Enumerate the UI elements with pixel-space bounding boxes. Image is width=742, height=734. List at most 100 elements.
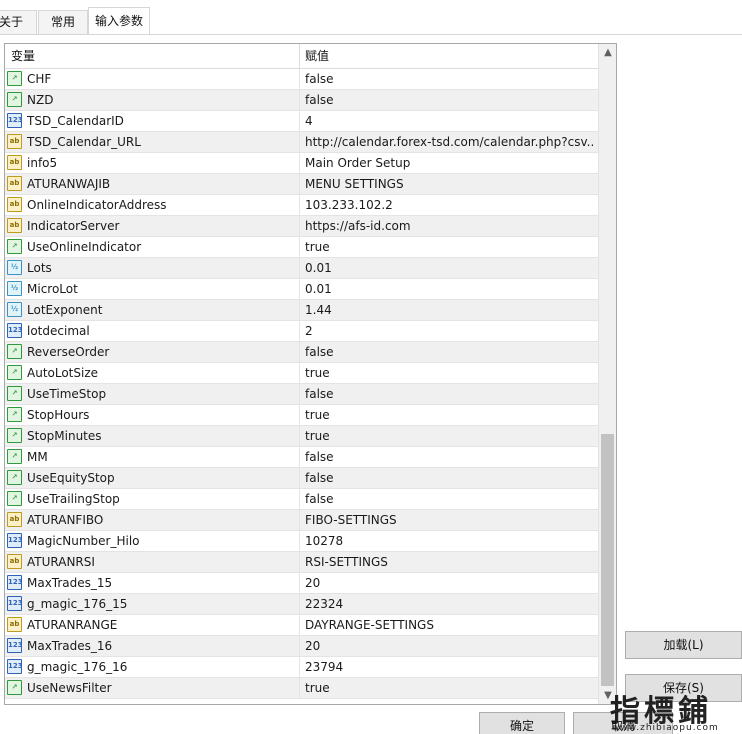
table-row[interactable]: ↗ StopHours true — [5, 405, 598, 426]
column-divider — [299, 552, 300, 573]
parameter-value[interactable]: 10278 — [305, 531, 595, 552]
parameter-name: UseTrailingStop — [27, 492, 120, 506]
column-divider — [299, 216, 300, 237]
column-divider — [299, 384, 300, 405]
parameter-value[interactable]: 1.44 — [305, 300, 595, 321]
parameter-value[interactable]: true — [305, 678, 595, 699]
parameter-name: g_magic_176_15 — [27, 597, 128, 611]
parameter-value[interactable]: false — [305, 384, 595, 405]
watermark: 指標鋪 www.zhibiaopu.com — [610, 686, 742, 734]
table-row[interactable]: ab ATURANFIBO FIBO-SETTINGS — [5, 510, 598, 531]
table-row[interactable]: ↗ UseTimeStop false — [5, 384, 598, 405]
parameter-name: ATURANFIBO — [27, 513, 104, 527]
vertical-scrollbar[interactable]: ▲ ▼ — [598, 44, 616, 704]
parameter-value[interactable]: 0.01 — [305, 279, 595, 300]
table-row[interactable]: ab ATURANRANGE DAYRANGE-SETTINGS — [5, 615, 598, 636]
parameter-value[interactable]: true — [305, 363, 595, 384]
table-row[interactable]: 123 g_magic_176_15 22324 — [5, 594, 598, 615]
table-row[interactable]: ab TSD_Calendar_URL http://calendar.forex… — [5, 132, 598, 153]
parameter-name: lotdecimal — [27, 324, 90, 338]
table-row[interactable]: ↗ UseOnlineIndicator true — [5, 237, 598, 258]
table-row[interactable]: 123 g_magic_176_16 23794 — [5, 657, 598, 678]
parameter-value[interactable]: true — [305, 426, 595, 447]
parameter-value[interactable]: false — [305, 342, 595, 363]
table-row[interactable]: ab ATURANWAJIB MENU SETTINGS — [5, 174, 598, 195]
parameter-value[interactable]: false — [305, 489, 595, 510]
header-value[interactable]: 赋值 — [305, 44, 329, 69]
table-row[interactable]: ab info5 Main Order Setup — [5, 153, 598, 174]
column-divider — [299, 510, 300, 531]
table-row[interactable]: 123 MaxTrades_15 20 — [5, 573, 598, 594]
header-variable[interactable]: 变量 — [11, 44, 35, 69]
scroll-up-arrow-icon[interactable]: ▲ — [599, 44, 616, 61]
table-row[interactable]: ½ Lots 0.01 — [5, 258, 598, 279]
scroll-thumb[interactable] — [601, 434, 614, 686]
table-row[interactable]: ↗ UseNewsFilter true — [5, 678, 598, 699]
parameter-value[interactable]: 103.233.102.2 — [305, 195, 595, 216]
table-row[interactable]: 123 lotdecimal 2 — [5, 321, 598, 342]
table-row[interactable]: ab ATURANRSI RSI-SETTINGS — [5, 552, 598, 573]
table-row[interactable]: ↗ UseTrailingStop false — [5, 489, 598, 510]
table-row[interactable]: ↗ AutoLotSize true — [5, 363, 598, 384]
table-row[interactable]: ↗ StopMinutes true — [5, 426, 598, 447]
bool-type-icon: ↗ — [7, 344, 22, 359]
parameter-value[interactable]: 0.01 — [305, 258, 595, 279]
parameter-value[interactable]: 2 — [305, 321, 595, 342]
parameter-value[interactable]: false — [305, 69, 595, 90]
table-row[interactable]: ab OnlineIndicatorAddress 103.233.102.2 — [5, 195, 598, 216]
table-row[interactable]: ↗ ReverseOrder false — [5, 342, 598, 363]
column-divider — [299, 405, 300, 426]
parameter-value[interactable]: MENU SETTINGS — [305, 174, 595, 195]
header-divider[interactable] — [299, 44, 300, 69]
parameter-name: MM — [27, 450, 48, 464]
table-row[interactable]: ↗ CHF false — [5, 69, 598, 90]
str-type-icon: ab — [7, 512, 22, 527]
table-row[interactable]: 123 MagicNumber_Hilo 10278 — [5, 531, 598, 552]
table-row[interactable]: ↗ NZD false — [5, 90, 598, 111]
tab-about[interactable]: 关于 — [0, 10, 37, 35]
str-type-icon: ab — [7, 218, 22, 233]
parameter-name: MaxTrades_15 — [27, 576, 113, 590]
parameter-value[interactable]: Main Order Setup — [305, 153, 595, 174]
bool-type-icon: ↗ — [7, 449, 22, 464]
tab-common[interactable]: 常用 — [38, 10, 88, 35]
parameter-name: StopHours — [27, 408, 90, 422]
parameter-value[interactable]: false — [305, 90, 595, 111]
parameters-grid: 变量 赋值 ↗ CHF false ↗ NZD false 123 TSD_CalendarI… — [4, 43, 617, 705]
load-button[interactable]: 加载(L) — [625, 631, 742, 659]
column-divider — [299, 237, 300, 258]
parameter-value[interactable]: true — [305, 237, 595, 258]
parameter-value[interactable]: 22324 — [305, 594, 595, 615]
parameter-name: UseEquityStop — [27, 471, 115, 485]
table-row[interactable]: ½ MicroLot 0.01 — [5, 279, 598, 300]
table-row[interactable]: 123 MaxTrades_16 20 — [5, 636, 598, 657]
parameter-name: info5 — [27, 156, 58, 170]
table-row[interactable]: ↗ MM false — [5, 447, 598, 468]
parameter-value[interactable]: http://calendar.forex-tsd.com/calendar.p… — [305, 132, 595, 153]
parameter-value[interactable]: false — [305, 468, 595, 489]
parameter-value[interactable]: FIBO-SETTINGS — [305, 510, 595, 531]
parameter-name: ReverseOrder — [27, 345, 110, 359]
bool-type-icon: ↗ — [7, 92, 22, 107]
parameter-value[interactable]: 4 — [305, 111, 595, 132]
parameter-value[interactable]: 20 — [305, 636, 595, 657]
parameter-name: CHF — [27, 72, 52, 86]
parameter-value[interactable]: DAYRANGE-SETTINGS — [305, 615, 595, 636]
table-row[interactable]: ↗ UseEquityStop false — [5, 468, 598, 489]
int-type-icon: 123 — [7, 575, 23, 590]
parameter-value[interactable]: true — [305, 405, 595, 426]
parameter-name: ATURANRSI — [27, 555, 95, 569]
parameter-value[interactable]: 20 — [305, 573, 595, 594]
parameter-value[interactable]: 23794 — [305, 657, 595, 678]
parameter-value[interactable]: RSI-SETTINGS — [305, 552, 595, 573]
column-divider — [299, 657, 300, 678]
table-row[interactable]: ½ LotExponent 1.44 — [5, 300, 598, 321]
parameter-value[interactable]: false — [305, 447, 595, 468]
parameter-value[interactable]: https://afs-id.com — [305, 216, 595, 237]
parameter-name: LotExponent — [27, 303, 103, 317]
ok-button[interactable]: 确定 — [479, 712, 565, 734]
table-row[interactable]: 123 TSD_CalendarID 4 — [5, 111, 598, 132]
parameter-name: MicroLot — [27, 282, 78, 296]
tab-inputs[interactable]: 输入参数 — [88, 7, 150, 35]
table-row[interactable]: ab IndicatorServer https://afs-id.com — [5, 216, 598, 237]
